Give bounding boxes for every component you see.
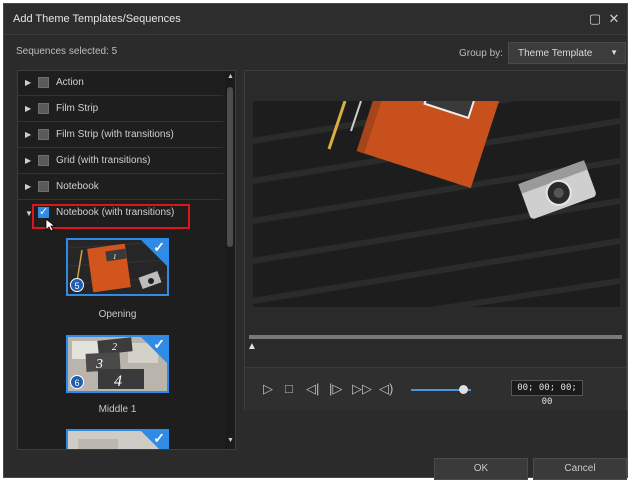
- scrollbar-thumb[interactable]: [227, 87, 233, 247]
- checkbox[interactable]: [38, 129, 49, 140]
- svg-text:1: 1: [113, 253, 117, 261]
- sequence-thumbnail-opening[interactable]: 1 ✓ 5: [66, 238, 169, 296]
- expand-arrow-icon[interactable]: ▶: [25, 104, 31, 113]
- thumbnail-caption: Opening: [98, 309, 137, 320]
- dialog-window: Add Theme Templates/Sequences ▢ ✕ Sequen…: [3, 3, 628, 480]
- volume-slider-knob[interactable]: [459, 385, 468, 394]
- tree-item-label: Film Strip: [56, 103, 99, 114]
- checkmark-icon: ✓: [153, 239, 165, 255]
- mouse-cursor-icon: [45, 218, 57, 232]
- sequence-thumbnail-partial[interactable]: ✓: [66, 429, 169, 449]
- tree-item-notebook[interactable]: ▶ Notebook: [18, 175, 223, 200]
- tree-item-grid-transitions[interactable]: ▶ Grid (with transitions): [18, 149, 223, 174]
- sequence-number-badge: 5: [70, 278, 84, 292]
- scroll-up-icon[interactable]: ▲: [227, 73, 234, 80]
- tree-item-film-strip[interactable]: ▶ Film Strip: [18, 97, 223, 122]
- checkbox[interactable]: [38, 77, 49, 88]
- expand-arrow-icon[interactable]: ▶: [25, 78, 31, 87]
- tree-item-label: Action: [56, 77, 84, 88]
- play-icon[interactable]: ▷: [263, 381, 273, 397]
- ok-button[interactable]: OK: [434, 458, 528, 480]
- preview-panel: ▲ ▷ □ ◁| |▷ ▷▷ ◁) 00; 00; 00; 00: [244, 70, 627, 410]
- sequence-number-badge: 6: [70, 375, 84, 389]
- checkbox[interactable]: [38, 181, 49, 192]
- timeline-slider[interactable]: [249, 335, 622, 339]
- next-frame-icon[interactable]: |▷: [329, 381, 342, 397]
- tree-scrollbar[interactable]: ▲ ▼: [225, 71, 235, 449]
- previous-frame-icon[interactable]: ◁|: [306, 381, 319, 397]
- chevron-down-icon: ▼: [610, 48, 618, 57]
- thumbnail-caption: Middle 1: [98, 404, 137, 415]
- sequences-selected-text: Sequences selected: 5: [16, 46, 118, 57]
- playhead-icon[interactable]: ▲: [247, 341, 257, 352]
- checkbox[interactable]: [38, 103, 49, 114]
- template-tree-panel: ▶ Action ▶ Film Strip ▶ Film Strip (with…: [17, 70, 236, 450]
- expand-arrow-icon[interactable]: ▶: [25, 182, 31, 191]
- tree-item-label: Grid (with transitions): [56, 155, 151, 166]
- maximize-icon[interactable]: ▢: [588, 12, 602, 26]
- checkmark-icon: ✓: [153, 430, 165, 446]
- svg-text:2: 2: [112, 342, 117, 353]
- sequence-thumbnail-middle-1[interactable]: 2 3 4 ✓ 6: [66, 335, 169, 393]
- stop-icon[interactable]: □: [285, 381, 293, 396]
- player-controls: ▷ □ ◁| |▷ ▷▷ ◁) 00; 00; 00; 00: [245, 367, 626, 410]
- preview-image: [253, 101, 620, 307]
- checkbox[interactable]: [38, 155, 49, 166]
- group-by-select[interactable]: Theme Template ▼: [508, 42, 626, 64]
- tree-item-label: Notebook: [56, 181, 99, 192]
- expand-arrow-icon[interactable]: ▶: [25, 156, 31, 165]
- title-bar: Add Theme Templates/Sequences ▢ ✕: [4, 4, 627, 35]
- group-by-label: Group by:: [459, 48, 503, 59]
- checkmark-icon: ✓: [153, 336, 165, 352]
- close-icon[interactable]: ✕: [607, 12, 621, 26]
- volume-icon[interactable]: ◁): [379, 381, 393, 397]
- fast-forward-icon[interactable]: ▷▷: [352, 381, 372, 397]
- group-by-value: Theme Template: [518, 48, 593, 59]
- tree-item-film-strip-transitions[interactable]: ▶ Film Strip (with transitions): [18, 123, 223, 148]
- svg-text:4: 4: [114, 373, 122, 390]
- cancel-button[interactable]: Cancel: [533, 458, 627, 480]
- scroll-down-icon[interactable]: ▼: [227, 437, 234, 444]
- dialog-title: Add Theme Templates/Sequences: [13, 13, 181, 25]
- expand-arrow-icon[interactable]: ▶: [25, 130, 31, 139]
- video-preview: [253, 101, 620, 307]
- timecode-display: 00; 00; 00; 00: [511, 380, 583, 407]
- tree-item-action[interactable]: ▶ Action: [18, 71, 223, 96]
- tree-item-label: Film Strip (with transitions): [56, 129, 174, 140]
